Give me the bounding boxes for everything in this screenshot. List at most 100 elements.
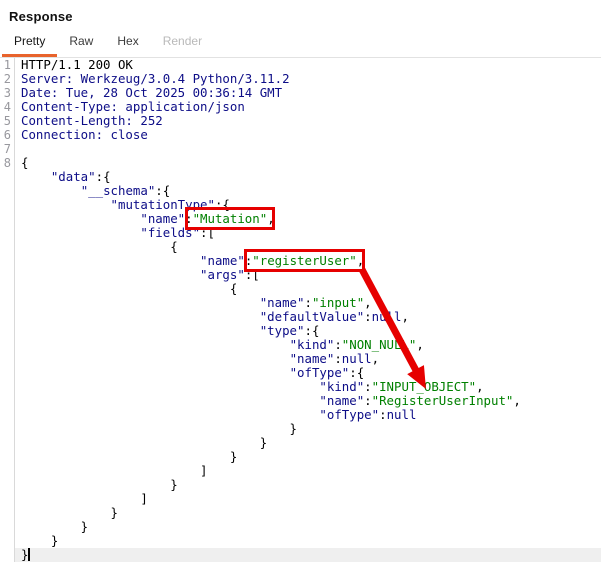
token-p: { bbox=[21, 239, 178, 254]
tab-pretty[interactable]: Pretty bbox=[2, 28, 58, 57]
line-number: 1 bbox=[0, 58, 15, 72]
code-line: "type":{ bbox=[0, 324, 601, 338]
line-number bbox=[0, 450, 15, 464]
token-k: "kind" bbox=[289, 337, 335, 352]
code-text: HTTP/1.1 200 OK bbox=[15, 58, 601, 72]
code-text: Connection: close bbox=[15, 128, 601, 142]
token-p: , bbox=[371, 351, 380, 366]
token-p bbox=[21, 211, 140, 226]
line-number bbox=[0, 324, 15, 338]
line-number bbox=[0, 338, 15, 352]
code-line: 2 Server: Werkzeug/3.0.4 Python/3.11.2 bbox=[0, 72, 601, 86]
code-text: { bbox=[15, 156, 601, 170]
line-number bbox=[0, 422, 15, 436]
token-p bbox=[21, 323, 260, 338]
message-view-tabbar: Pretty Raw Hex Render bbox=[0, 24, 601, 58]
code-line: 3 Date: Tue, 28 Oct 2025 00:36:14 GMT bbox=[0, 86, 601, 100]
token-k: "ofType" bbox=[289, 365, 350, 380]
code-line: ] bbox=[0, 464, 601, 478]
code-line: } bbox=[0, 450, 601, 464]
code-line: "kind":"NON_NULL", bbox=[0, 338, 601, 352]
token-n: null bbox=[341, 351, 372, 366]
token-p bbox=[21, 351, 290, 366]
token-p: ] bbox=[21, 463, 208, 478]
code-text: "name":null, bbox=[15, 352, 601, 366]
token-p: , bbox=[401, 309, 409, 324]
code-line: { bbox=[0, 282, 601, 296]
line-number bbox=[0, 548, 15, 562]
code-text: } bbox=[15, 520, 601, 534]
token-k: "ofType" bbox=[319, 407, 380, 422]
line-number bbox=[0, 170, 15, 184]
code-text: "ofType":{ bbox=[15, 366, 601, 380]
token-p bbox=[21, 295, 260, 310]
line-number: 8 bbox=[0, 156, 15, 170]
line-number bbox=[0, 198, 15, 212]
token-k: "name" bbox=[259, 295, 305, 310]
line-number bbox=[0, 436, 15, 450]
tab-render[interactable]: Render bbox=[151, 28, 214, 57]
token-hd: Date: Tue, 28 Oct 2025 00:36:14 GMT bbox=[21, 85, 283, 100]
code-text: "fields":[ bbox=[15, 226, 601, 240]
token-p: } bbox=[21, 519, 89, 534]
line-number bbox=[0, 184, 15, 198]
token-p: : bbox=[364, 309, 372, 324]
token-p: :{ bbox=[95, 169, 111, 184]
token-hd: Server: Werkzeug/3.0.4 Python/3.11.2 bbox=[21, 71, 290, 86]
line-number bbox=[0, 506, 15, 520]
token-s: "RegisterUserInput" bbox=[371, 393, 514, 408]
code-line: } bbox=[0, 422, 601, 436]
code-line: } bbox=[0, 520, 601, 534]
code-line: } bbox=[0, 436, 601, 450]
token-s: "NON_NULL" bbox=[341, 337, 417, 352]
code-line: "ofType":{ bbox=[0, 366, 601, 380]
token-p: { bbox=[21, 155, 29, 170]
token-p: : bbox=[304, 295, 312, 310]
line-number: 3 bbox=[0, 86, 15, 100]
tab-hex[interactable]: Hex bbox=[105, 28, 150, 57]
token-s: "input" bbox=[311, 295, 365, 310]
line-number bbox=[0, 534, 15, 548]
line-number bbox=[0, 310, 15, 324]
response-panel: Response Pretty Raw Hex Render 1 HTTP/1.1 20… bbox=[0, 0, 601, 571]
token-p bbox=[21, 393, 319, 408]
token-k: "name" bbox=[140, 211, 186, 226]
token-hd: Connection: close bbox=[21, 127, 148, 142]
line-number bbox=[0, 268, 15, 282]
code-text: { bbox=[15, 282, 601, 296]
token-p: } bbox=[21, 547, 29, 562]
token-p: ] bbox=[21, 491, 148, 506]
token-p: } bbox=[21, 435, 268, 450]
token-p: :{ bbox=[304, 323, 320, 338]
token-p bbox=[21, 309, 260, 324]
token-k: "defaultValue" bbox=[259, 309, 365, 324]
code-line: ] bbox=[0, 492, 601, 506]
token-k: "args" bbox=[200, 267, 245, 282]
token-p: : bbox=[334, 337, 342, 352]
code-text: Content-Length: 252 bbox=[15, 114, 601, 128]
line-number bbox=[0, 520, 15, 534]
code-text: } bbox=[15, 422, 601, 436]
code-text: "type":{ bbox=[15, 324, 601, 338]
token-n: null bbox=[371, 309, 402, 324]
code-text: "ofType":null bbox=[15, 408, 601, 422]
response-editor[interactable]: 1 HTTP/1.1 200 OK 2 Server: Werkzeug/3.0.4 … bbox=[0, 58, 601, 571]
token-p: : bbox=[364, 393, 372, 408]
line-number bbox=[0, 464, 15, 478]
token-p: : bbox=[334, 351, 342, 366]
tab-raw[interactable]: Raw bbox=[57, 28, 105, 57]
code-line: "defaultValue":null, bbox=[0, 310, 601, 324]
token-s: "INPUT_OBJECT" bbox=[371, 379, 477, 394]
annotation-box: "registerUser" bbox=[244, 249, 365, 272]
code-line: "name":"input", bbox=[0, 296, 601, 310]
annotation-box: "Mutation" bbox=[184, 207, 276, 230]
code-text: } bbox=[15, 478, 601, 492]
token-hd: Content-Length: 252 bbox=[21, 113, 163, 128]
code-line: "fields":[ bbox=[0, 226, 601, 240]
line-number bbox=[0, 366, 15, 380]
code-line: 6 Connection: close bbox=[0, 128, 601, 142]
token-p bbox=[21, 407, 319, 422]
token-k: "__schema" bbox=[80, 183, 156, 198]
token-p: :{ bbox=[155, 183, 171, 198]
code-line: "kind":"INPUT_OBJECT", bbox=[0, 380, 601, 394]
